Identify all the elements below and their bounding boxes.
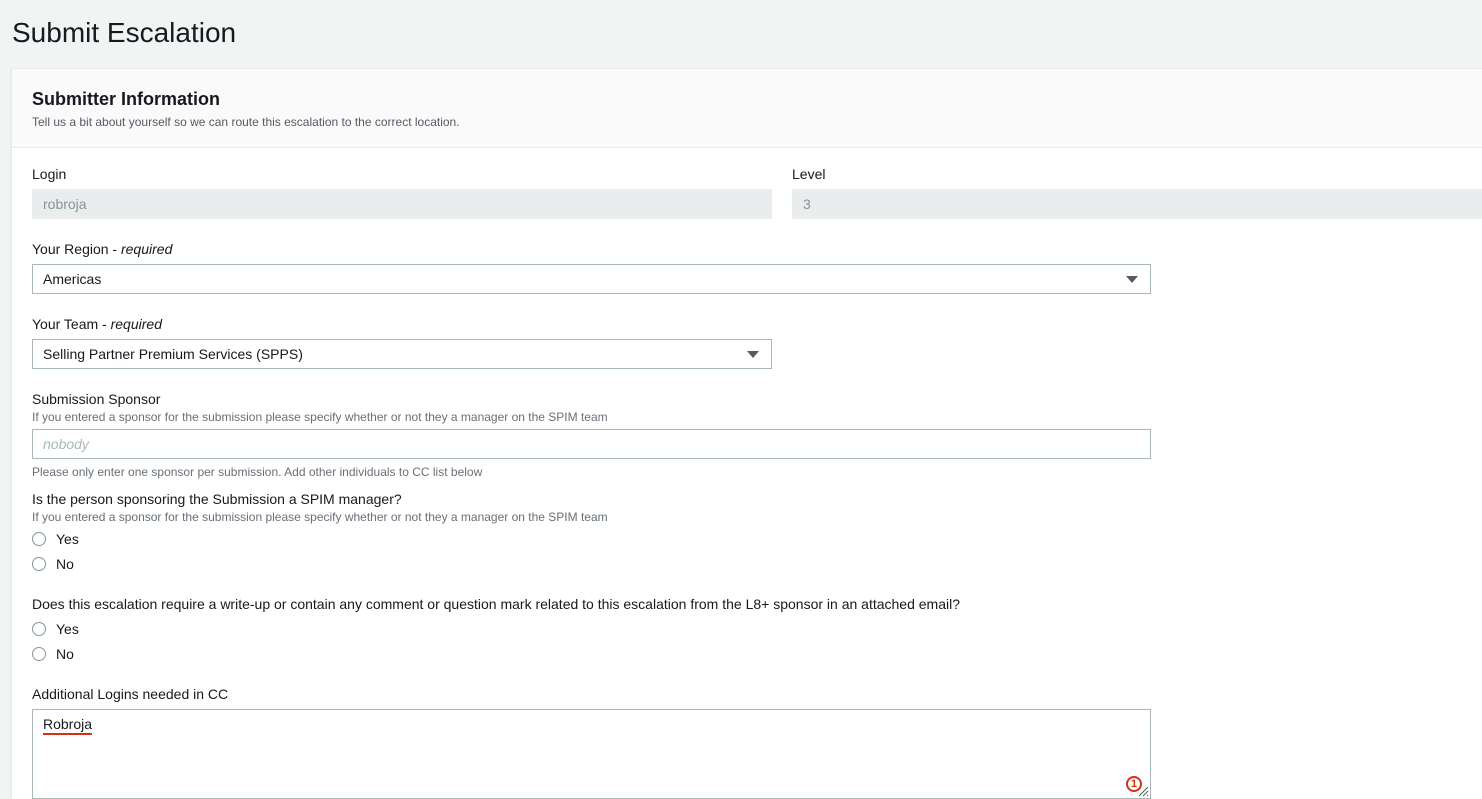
resize-handle-icon[interactable] — [1137, 785, 1149, 797]
submitter-information-panel: Submitter Information Tell us a bit abou… — [10, 68, 1482, 799]
radio-button[interactable] — [32, 532, 46, 546]
spim-option-yes[interactable]: Yes — [32, 530, 79, 548]
radio-button[interactable] — [32, 622, 46, 636]
dropdown-caret-icon — [747, 351, 759, 358]
region-label: Your Region - required — [32, 240, 172, 258]
radio-label: Yes — [56, 621, 79, 637]
writeup-question-label: Does this escalation require a write-up … — [32, 596, 960, 612]
region-select[interactable]: Americas — [32, 264, 1151, 294]
page-header: Submit Escalation — [0, 0, 1482, 68]
sponsor-hint: Please only enter one sponsor per submis… — [32, 465, 483, 479]
page-title: Submit Escalation — [12, 17, 237, 48]
spim-question-description: If you entered a sponsor for the submiss… — [32, 510, 608, 524]
writeup-option-no[interactable]: No — [32, 645, 74, 663]
radio-label: Yes — [56, 531, 79, 547]
sponsor-input[interactable]: nobody — [32, 429, 1151, 459]
dropdown-caret-icon — [1126, 276, 1138, 283]
section-title: Submitter Information — [32, 89, 220, 109]
sponsor-placeholder: nobody — [43, 436, 89, 452]
cc-textarea-value: Robroja — [43, 716, 93, 735]
cc-label: Additional Logins needed in CC — [32, 686, 229, 702]
cc-textarea[interactable]: Robroja 1 — [32, 709, 1151, 799]
spim-option-no[interactable]: No — [32, 555, 74, 573]
sponsor-label: Submission Sponsor — [32, 391, 161, 407]
radio-button[interactable] — [32, 647, 46, 661]
level-field: 3 — [792, 189, 1482, 219]
radio-label: No — [56, 556, 74, 572]
login-label: Login — [32, 166, 67, 182]
section-subtitle: Tell us a bit about yourself so we can r… — [32, 115, 460, 129]
team-required-text: required — [110, 316, 162, 332]
radio-label: No — [56, 646, 74, 662]
region-select-value: Americas — [43, 271, 102, 287]
radio-button[interactable] — [32, 557, 46, 571]
region-required-text: required — [120, 241, 173, 257]
team-select-value: Selling Partner Premium Services (SPPS) — [43, 346, 303, 362]
panel-header: Submitter Information Tell us a bit abou… — [12, 69, 1482, 148]
region-label-text: Your Region - — [32, 241, 121, 257]
login-field: robroja — [32, 189, 772, 219]
writeup-option-yes[interactable]: Yes — [32, 620, 79, 638]
sponsor-description: If you entered a sponsor for the submiss… — [32, 410, 608, 424]
team-label-text: Your Team - — [32, 316, 111, 332]
level-label: Level — [792, 166, 826, 182]
team-select[interactable]: Selling Partner Premium Services (SPPS) — [32, 339, 772, 369]
team-label: Your Team - required — [32, 315, 162, 333]
spim-question-label: Is the person sponsoring the Submission … — [32, 491, 402, 507]
